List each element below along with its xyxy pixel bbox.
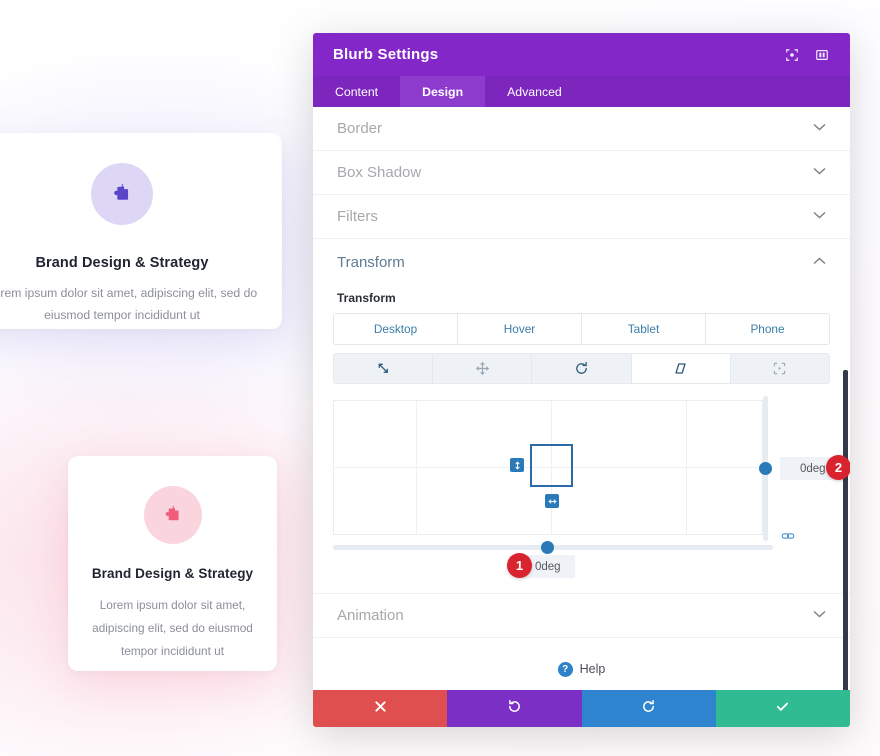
skew-horizontal-handle[interactable] <box>545 494 559 508</box>
blurb-body: Lorem ipsum dolor sit amet, adipiscing e… <box>92 598 253 658</box>
device-tab-tablet[interactable]: Tablet <box>582 314 706 344</box>
modal-tab-bar: Content Design Advanced <box>313 76 850 107</box>
skew-x-slider-knob[interactable] <box>541 541 554 554</box>
modal-header: Blurb Settings <box>313 33 850 76</box>
puzzle-piece-icon <box>143 486 202 544</box>
annotation-badge-1: 1 <box>507 553 532 578</box>
transform-preview-box[interactable] <box>530 444 573 487</box>
help-bar[interactable]: ? Help <box>313 638 850 690</box>
device-tab-phone[interactable]: Phone <box>706 314 829 344</box>
chevron-down-icon <box>813 610 826 621</box>
modal-title: Blurb Settings <box>333 46 439 63</box>
skew-canvas[interactable] <box>333 400 763 535</box>
tab-design[interactable]: Design <box>400 76 486 107</box>
device-tab-desktop[interactable]: Desktop <box>334 314 458 344</box>
checkmark-icon <box>775 699 790 719</box>
modal-body: Border Box Shadow Filters Transform Tran… <box>313 107 850 690</box>
fullscreen-icon[interactable] <box>784 47 800 63</box>
close-x-icon <box>374 700 387 718</box>
skew-icon[interactable] <box>631 354 731 383</box>
device-tab-hover[interactable]: Hover <box>458 314 582 344</box>
accordion-transform-header[interactable]: Transform <box>313 239 850 285</box>
rotate-icon[interactable] <box>532 354 632 383</box>
blurb-card[interactable]: Brand Design & Strategy Lorem ipsum dolo… <box>0 133 282 329</box>
redo-button[interactable] <box>581 690 716 727</box>
modal-footer <box>313 690 850 727</box>
transform-field-label: Transform <box>337 291 396 305</box>
chevron-down-icon <box>813 211 826 222</box>
link-chain-icon[interactable] <box>781 529 795 548</box>
chevron-down-icon <box>813 167 826 178</box>
accordion-box-shadow[interactable]: Box Shadow <box>313 151 850 195</box>
device-tab-group: Desktop Hover Tablet Phone <box>333 313 830 345</box>
blurb-card[interactable]: Brand Design & Strategy Lorem ipsum dolo… <box>68 456 277 671</box>
tab-content[interactable]: Content <box>313 76 400 107</box>
puzzle-piece-icon <box>91 163 153 225</box>
skew-editor: 0deg 2 0deg 1 <box>333 396 850 578</box>
accordion-transform-label: Transform <box>337 253 405 271</box>
help-label: Help <box>579 662 606 676</box>
modal-scrollbar[interactable] <box>843 370 848 690</box>
accordion-border-label: Border <box>337 120 383 137</box>
accordion-box-shadow-label: Box Shadow <box>337 164 422 181</box>
accordion-filters-label: Filters <box>337 208 378 225</box>
annotation-badge-2: 2 <box>826 455 850 480</box>
blurb-title: Brand Design & Strategy <box>91 566 254 581</box>
chevron-down-icon <box>813 123 826 134</box>
skew-y-slider-knob[interactable] <box>759 462 772 475</box>
blurb-settings-modal: Blurb Settings Content Design Advanced B… <box>313 33 850 727</box>
accordion-filters[interactable]: Filters <box>313 195 850 239</box>
redo-arrow-icon <box>641 699 656 719</box>
transform-origin-icon[interactable] <box>730 354 829 383</box>
accordion-animation[interactable]: Animation <box>313 594 850 638</box>
save-button[interactable] <box>715 690 850 727</box>
undo-arrow-icon <box>507 699 522 719</box>
move-icon[interactable] <box>433 354 533 383</box>
question-mark-icon: ? <box>557 661 573 677</box>
undo-button[interactable] <box>447 690 582 727</box>
blurb-title: Brand Design & Strategy <box>35 255 209 271</box>
skew-vertical-handle[interactable] <box>510 458 524 472</box>
blurb-body: Lorem ipsum dolor sit amet, adipiscing e… <box>0 286 258 322</box>
accordion-border[interactable]: Border <box>313 107 850 151</box>
chevron-up-icon <box>813 256 826 268</box>
scale-icon[interactable] <box>334 354 434 383</box>
transform-mode-group <box>333 353 830 384</box>
layout-columns-icon[interactable] <box>814 47 830 63</box>
accordion-animation-label: Animation <box>337 607 404 624</box>
tab-advanced[interactable]: Advanced <box>485 76 584 107</box>
accordion-transform: Transform Transform Desktop Hover Tablet… <box>313 239 850 594</box>
cancel-button[interactable] <box>313 690 448 727</box>
